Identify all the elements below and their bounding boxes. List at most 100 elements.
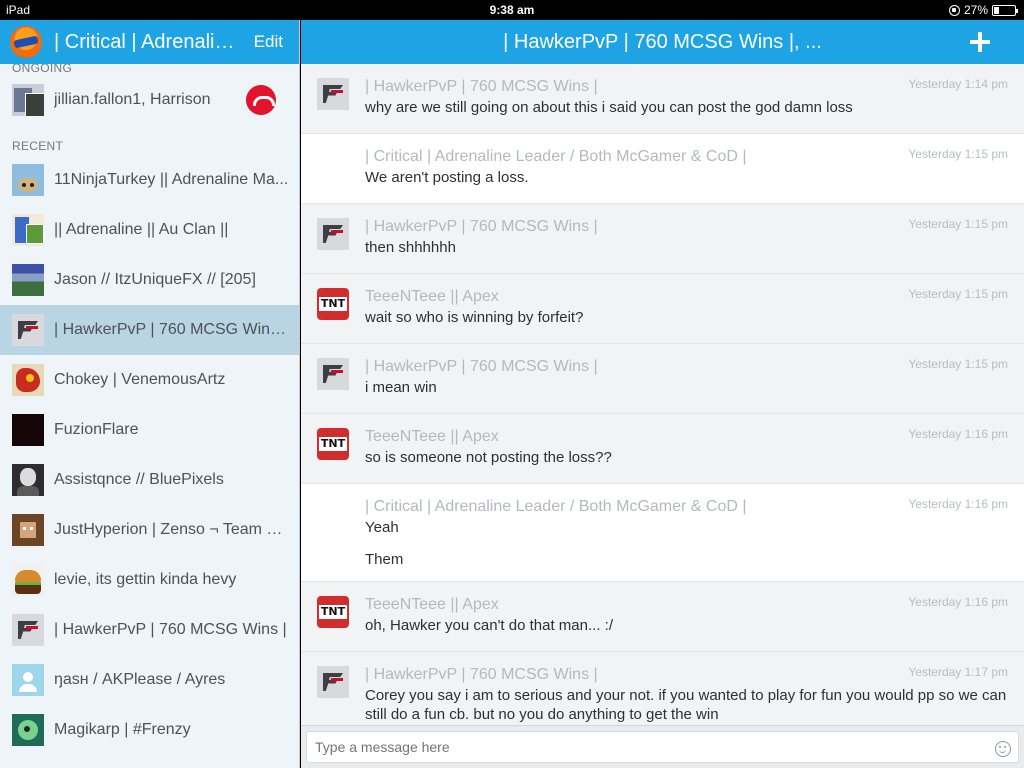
message-author: | Critical | Adrenaline Leader / Both Mc… <box>365 148 747 165</box>
status-bar: iPad 9:38 am 27% <box>0 0 1024 20</box>
conversation-name: | HawkerPvP | 760 MCSG Wins | <box>54 621 287 638</box>
message-text: We aren't posting a loss. <box>365 169 529 186</box>
turkey-avatar <box>12 164 44 196</box>
message-list[interactable]: | HawkerPvP | 760 MCSG Wins | Yesterday 1… <box>301 64 1024 725</box>
faze-avatar[interactable] <box>317 666 349 698</box>
message-input[interactable] <box>306 731 1019 763</box>
message-timestamp: Yesterday 1:16 pm <box>908 595 1008 609</box>
recent-conversation-list: 11NinjaTurkey || Adrenaline Ma... || Adre… <box>0 155 299 755</box>
conversation-name: || Adrenaline || Au Clan || <box>54 221 229 238</box>
conversation-name: jillian.fallon1, Harrison <box>54 91 211 108</box>
message-text: wait so who is winning by forfeit? <box>365 309 584 326</box>
conversation-name: JustHyperion | Zenso ¬ Team E... <box>54 521 290 538</box>
tnt-avatar[interactable] <box>317 428 349 460</box>
faze-avatar[interactable] <box>317 358 349 390</box>
message-author: | HawkerPvP | 760 MCSG Wins | <box>365 78 598 95</box>
magikarp-avatar <box>12 714 44 746</box>
message-author: | HawkerPvP | 760 MCSG Wins | <box>365 218 598 235</box>
status-right: 27% <box>948 3 1018 17</box>
message-row[interactable]: | Critical | Adrenaline Leader / Both Mc… <box>301 484 1024 582</box>
message-row[interactable]: | Critical | Adrenaline Leader / Both Mc… <box>301 134 1024 204</box>
ongoing-call-item[interactable]: jillian.fallon1, Harrison <box>0 75 299 125</box>
message-text: so is someone not posting the loss?? <box>365 449 612 466</box>
battery-icon <box>992 4 1018 16</box>
faze-avatar[interactable] <box>317 218 349 250</box>
conversation-name: Jason // ItzUniqueFX // [205] <box>54 271 256 288</box>
message-author: | HawkerPvP | 760 MCSG Wins | <box>365 358 598 375</box>
message-text: Corey you say i am to serious and your n… <box>365 687 1007 723</box>
conversation-item[interactable]: | HawkerPvP | 760 MCSG Wins... <box>0 305 299 355</box>
emoticon-icon[interactable] <box>995 741 1011 757</box>
conversation-name: Chokey | VenemousArtz <box>54 371 226 388</box>
sidebar-header: | Critical | Adrenaline Leader / Both Mc… <box>0 20 299 64</box>
conversation-item[interactable]: Jason // ItzUniqueFX // [205] <box>0 255 299 305</box>
faze-avatar <box>12 614 44 646</box>
message-text: Yeah <box>365 519 399 536</box>
message-timestamp: Yesterday 1:16 pm <box>908 497 1008 511</box>
message-timestamp: Yesterday 1:14 pm <box>908 77 1008 91</box>
conversation-item[interactable]: Magikarp | #Frenzy <box>0 705 299 755</box>
burger-avatar <box>12 564 44 596</box>
conversation-sidebar: | Critical | Adrenaline Leader / Both Mc… <box>0 20 300 768</box>
message-text: i mean win <box>365 379 437 396</box>
message-row[interactable]: | HawkerPvP | 760 MCSG Wins | Yesterday 1… <box>301 344 1024 414</box>
sidebar-title[interactable]: | Critical | Adrenaline Leader / Both Mc… <box>54 31 242 54</box>
hang-up-icon[interactable] <box>246 85 276 115</box>
message-author: TeeeNTeee || Apex <box>365 288 499 305</box>
conversation-item[interactable]: levie, its gettin kinda hevy <box>0 555 299 605</box>
message-row[interactable]: | HawkerPvP | 760 MCSG Wins | Yesterday 1… <box>301 64 1024 134</box>
conversation-name: | HawkerPvP | 760 MCSG Wins... <box>54 321 290 338</box>
assist-avatar <box>12 464 44 496</box>
conversation-name: ŋasн / AKPlease / Ayres <box>54 671 226 688</box>
battery-fill <box>994 6 1000 14</box>
conversation-item[interactable]: | HawkerPvP | 760 MCSG Wins | <box>0 605 299 655</box>
conversation-item[interactable]: JustHyperion | Zenso ¬ Team E... <box>0 505 299 555</box>
edit-button[interactable]: Edit <box>254 32 283 52</box>
conversation-name: FuzionFlare <box>54 421 139 438</box>
tnt-avatar[interactable] <box>317 596 349 628</box>
message-timestamp: Yesterday 1:16 pm <box>908 427 1008 441</box>
hyperion-avatar <box>12 514 44 546</box>
message-author: | Critical | Adrenaline Leader / Both Mc… <box>365 498 747 515</box>
conversation-item[interactable]: Chokey | VenemousArtz <box>0 355 299 405</box>
message-author: TeeeNTeee || Apex <box>365 596 499 613</box>
clan-avatar <box>12 214 44 246</box>
conversation-name: Assistqnce // BluePixels <box>54 471 224 488</box>
conversation-item[interactable]: 11NinjaTurkey || Adrenaline Ma... <box>0 155 299 205</box>
message-row[interactable]: TeeeNTeee || Apex Yesterday 1:16 pm oh, Ha… <box>301 582 1024 652</box>
faze-avatar[interactable] <box>317 78 349 110</box>
jason-avatar <box>12 264 44 296</box>
fuzion-avatar <box>12 414 44 446</box>
conversation-item[interactable]: ŋasн / AKPlease / Ayres <box>0 655 299 705</box>
conversation-name: levie, its gettin kinda hevy <box>54 571 237 588</box>
message-timestamp: Yesterday 1:15 pm <box>908 147 1008 161</box>
section-label-recent: RECENT <box>12 139 64 153</box>
default-avatar <box>12 664 44 696</box>
group-avatar <box>12 84 44 116</box>
tnt-avatar[interactable] <box>317 288 349 320</box>
message-text: then shhhhhh <box>365 239 456 256</box>
conversation-item[interactable]: FuzionFlare <box>0 405 299 455</box>
conversation-item[interactable]: Assistqnce // BluePixels <box>0 455 299 505</box>
message-row[interactable]: | HawkerPvP | 760 MCSG Wins | Yesterday 1… <box>301 652 1024 725</box>
chat-title[interactable]: | HawkerPvP | 760 MCSG Wins |, ... <box>301 31 1024 54</box>
add-participant-icon[interactable] <box>970 32 990 52</box>
faze-avatar <box>12 314 44 346</box>
profile-avatar[interactable] <box>10 26 42 58</box>
message-author: TeeeNTeee || Apex <box>365 428 499 445</box>
conversation-item[interactable]: || Adrenaline || Au Clan || <box>0 205 299 255</box>
status-time: 9:38 am <box>489 3 535 17</box>
battery-percent: 27% <box>963 3 988 17</box>
message-row[interactable]: TeeeNTeee || Apex Yesterday 1:16 pm so is … <box>301 414 1024 484</box>
composer-bar <box>301 725 1024 768</box>
message-row[interactable]: | HawkerPvP | 760 MCSG Wins | Yesterday 1… <box>301 204 1024 274</box>
rotation-lock-icon <box>948 4 960 16</box>
message-timestamp: Yesterday 1:17 pm <box>908 665 1008 679</box>
message-text: why are we still going on about this i s… <box>365 99 853 116</box>
chat-header: | HawkerPvP | 760 MCSG Wins |, ... <box>301 20 1024 64</box>
message-row[interactable]: TeeeNTeee || Apex Yesterday 1:15 pm wait s… <box>301 274 1024 344</box>
message-timestamp: Yesterday 1:15 pm <box>908 287 1008 301</box>
message-text: Them <box>365 551 404 568</box>
message-timestamp: Yesterday 1:15 pm <box>908 217 1008 231</box>
message-text: oh, Hawker you can't do that man... :/ <box>365 617 613 634</box>
